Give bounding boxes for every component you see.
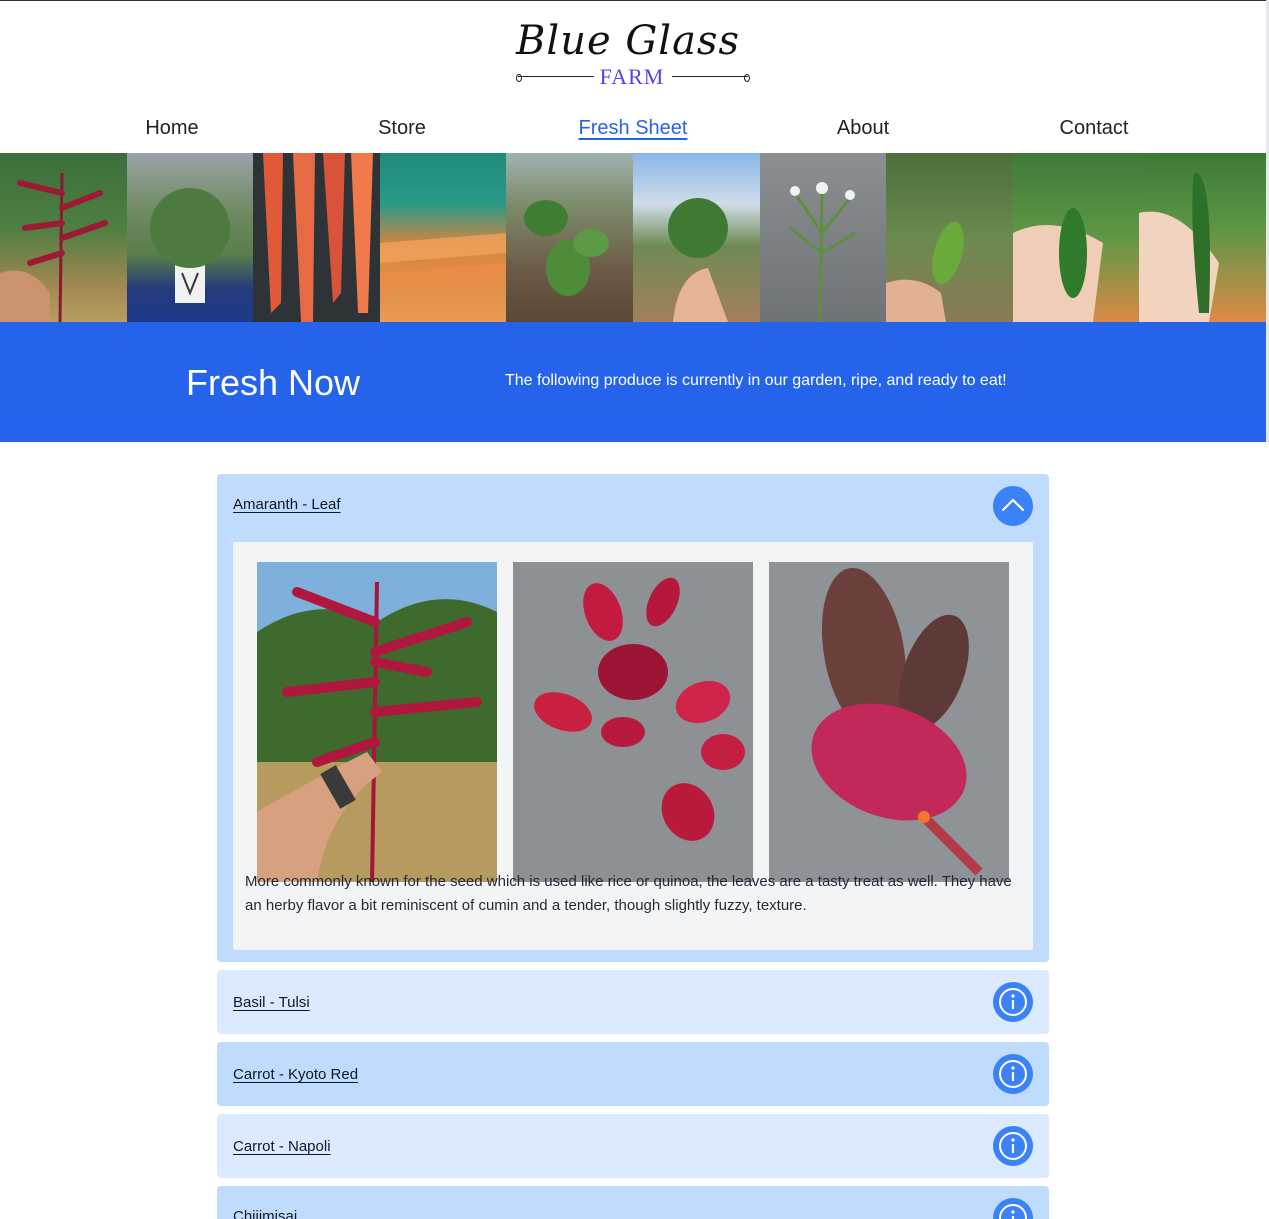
banner-text: The following produce is currently in ou…: [505, 372, 1007, 389]
produce-title[interactable]: Carrot - Napoli: [233, 1138, 331, 1155]
produce-photo-leaves[interactable]: [513, 562, 753, 882]
produce-photo-plant[interactable]: [257, 562, 497, 882]
collapse-button[interactable]: [993, 486, 1033, 526]
nav-about[interactable]: About: [748, 112, 978, 144]
strip-photo-long-cucumber: [1139, 153, 1266, 322]
main-nav: Home Store Fresh Sheet About Contact: [0, 112, 1269, 146]
logo-subtitle: FARM: [599, 64, 665, 89]
info-icon: [999, 1060, 1027, 1088]
nav-contact[interactable]: Contact: [979, 112, 1209, 144]
logo-title: Blue Glass: [516, 18, 740, 64]
strip-photo-amaranth: [0, 153, 127, 322]
produce-photo-bunch[interactable]: [769, 562, 1009, 882]
produce-item-carrot-napoli: Carrot - Napoli: [217, 1114, 1049, 1178]
strip-photo-red-carrots: [253, 153, 380, 322]
produce-item-chijimisai: Chijimisai: [217, 1186, 1049, 1219]
chevron-up-icon: [1001, 498, 1025, 512]
produce-item-carrot-kyoto-red: Carrot - Kyoto Red: [217, 1042, 1049, 1106]
strip-photo-small-cucumber: [886, 153, 1013, 322]
produce-details: More commonly known for the seed which i…: [233, 542, 1033, 950]
info-icon: [999, 988, 1027, 1016]
nav-fresh-sheet[interactable]: Fresh Sheet: [518, 112, 748, 144]
expand-button[interactable]: [993, 982, 1033, 1022]
strip-photo-orange-carrots: [379, 153, 507, 322]
expand-button[interactable]: [993, 1126, 1033, 1166]
info-icon: [999, 1132, 1027, 1160]
produce-title[interactable]: Basil - Tulsi: [233, 994, 310, 1011]
expand-button[interactable]: [993, 1198, 1033, 1219]
strip-photo-chijimisai: [506, 153, 633, 322]
strip-photo-basil: [126, 153, 254, 322]
produce-item-basil-tulsi: Basil - Tulsi: [217, 970, 1049, 1034]
produce-title[interactable]: Chijimisai: [233, 1208, 297, 1219]
produce-description: More commonly known for the seed which i…: [245, 873, 1012, 914]
site-logo[interactable]: Blue Glass FARM: [514, 18, 754, 90]
strip-photo-herb-flowers: [759, 153, 887, 322]
expand-button[interactable]: [993, 1054, 1033, 1094]
info-icon: [999, 1204, 1027, 1219]
produce-item-amaranth: Amaranth - Leaf More commonly known for …: [217, 474, 1049, 962]
nav-home[interactable]: Home: [57, 112, 287, 144]
produce-photo-strip: [0, 153, 1266, 322]
strip-photo-greens-bunch: [632, 153, 760, 322]
fresh-now-banner: Fresh Now The following produce is curre…: [0, 322, 1266, 442]
strip-photo-cucumber-hand: [1012, 153, 1140, 322]
produce-title[interactable]: Amaranth - Leaf: [233, 496, 341, 513]
top-border: [0, 0, 1269, 1]
banner-title: Fresh Now: [186, 362, 361, 403]
produce-title[interactable]: Carrot - Kyoto Red: [233, 1066, 358, 1083]
nav-store[interactable]: Store: [287, 112, 517, 144]
